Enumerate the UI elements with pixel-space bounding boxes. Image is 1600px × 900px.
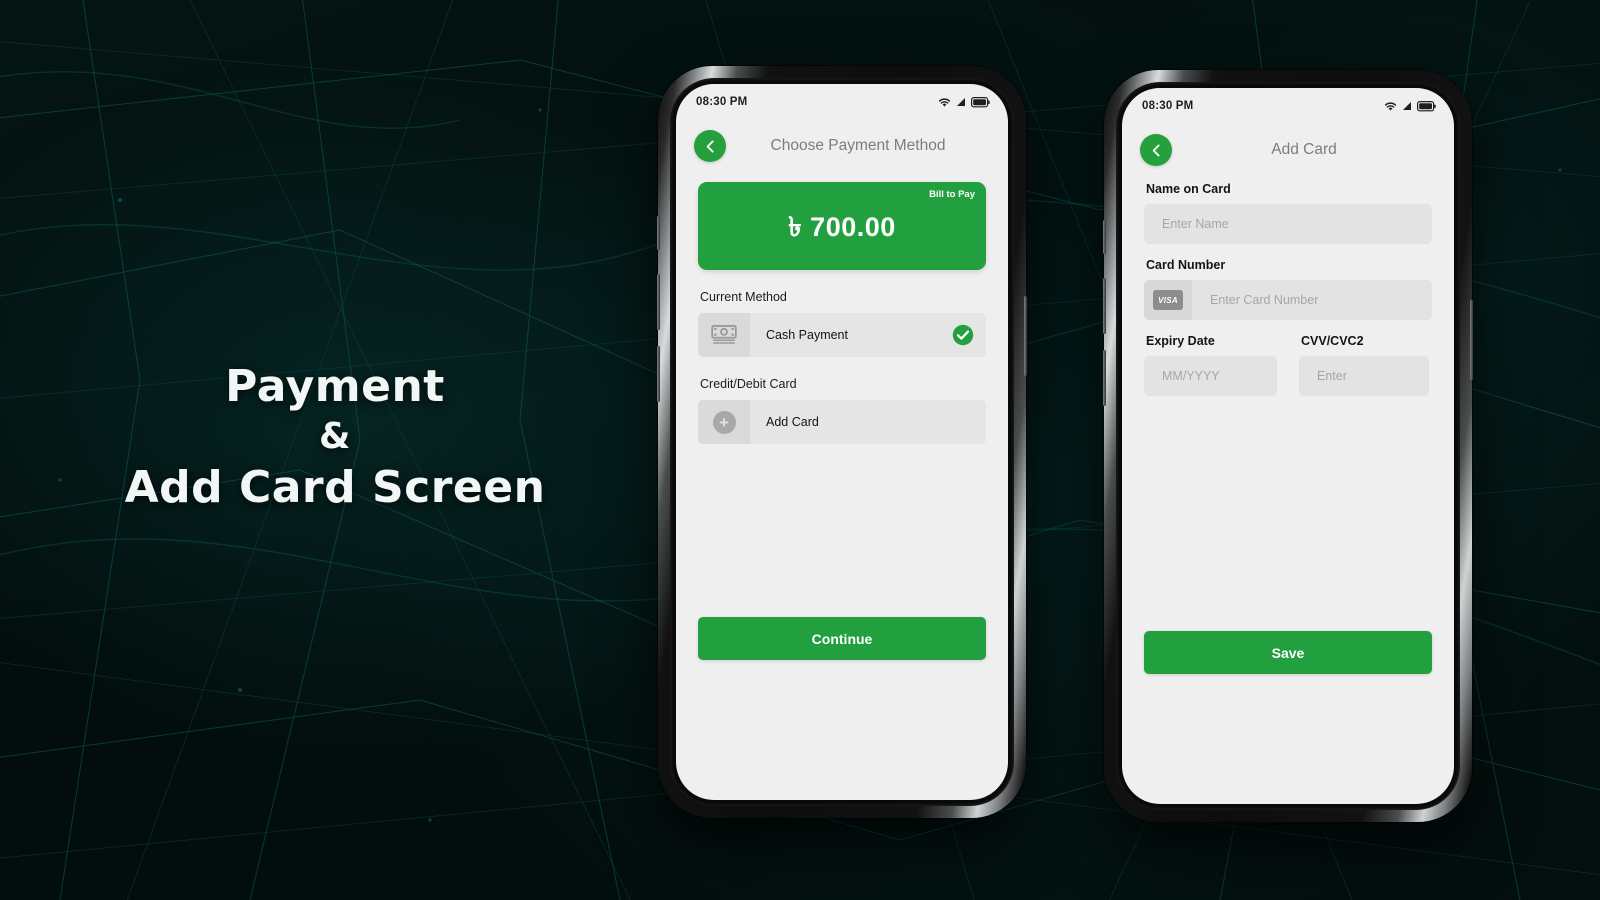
- status-bar-icons: [938, 96, 990, 108]
- phone-volume-down-button[interactable]: [1103, 350, 1106, 406]
- poster-title: Payment & Add Card Screen: [100, 360, 570, 516]
- expiry-date-placeholder: MM/YYYY: [1162, 369, 1220, 383]
- battery-icon: [1417, 100, 1436, 111]
- app-header: Add Card: [1122, 118, 1454, 176]
- check-circle-icon: [952, 324, 974, 346]
- label-cvv: CVV/CVC2: [1301, 334, 1364, 348]
- name-on-card-field[interactable]: Enter Name: [1144, 204, 1432, 244]
- page-title: Add Card: [1271, 141, 1337, 158]
- cvv-field[interactable]: Enter: [1299, 356, 1429, 396]
- visa-badge-text: VISA: [1153, 290, 1183, 310]
- payment-method-row-add-card[interactable]: + Add Card: [698, 400, 986, 444]
- banknote-icon: [698, 313, 750, 357]
- signal-icon: [957, 98, 965, 106]
- payment-content: Bill to Pay ৳ 700.00 Current Method Cash…: [676, 172, 1008, 444]
- add-card-label: Add Card: [766, 415, 819, 429]
- visa-icon: VISA: [1144, 280, 1192, 320]
- plus-circle-icon: +: [698, 400, 750, 444]
- continue-button[interactable]: Continue: [698, 617, 986, 660]
- wifi-icon: [1384, 101, 1397, 111]
- poster-title-line-3: Add Card Screen: [124, 462, 546, 513]
- status-bar-time: 08:30 PM: [1142, 100, 1194, 112]
- card-number-field[interactable]: VISA Enter Card Number: [1144, 280, 1432, 320]
- card-number-placeholder: Enter Card Number: [1210, 293, 1319, 307]
- status-bar-time: 08:30 PM: [696, 96, 748, 108]
- label-expiry-date: Expiry Date: [1146, 334, 1215, 348]
- phone-bezel: 08:30 PM: [670, 78, 1014, 806]
- status-bar: 08:30 PM: [676, 84, 1008, 114]
- phone-volume-up-button[interactable]: [657, 274, 660, 330]
- phone-side-button[interactable]: [657, 216, 660, 250]
- label-name-on-card: Name on Card: [1146, 182, 1231, 196]
- phone-volume-up-button[interactable]: [1103, 278, 1106, 334]
- poster-title-line-2: &: [319, 416, 351, 457]
- wifi-icon: [938, 97, 951, 107]
- payment-method-name: Cash Payment: [766, 328, 848, 342]
- poster-title-line-1: Payment: [225, 361, 445, 412]
- plus-circle-glyph: +: [712, 410, 736, 434]
- signal-icon: [1403, 102, 1411, 110]
- expiry-cvv-row: Expiry Date MM/YYYY CVV/CVC2 Enter: [1144, 320, 1432, 396]
- label-card-number: Card Number: [1146, 258, 1226, 272]
- expiry-date-field[interactable]: MM/YYYY: [1144, 356, 1277, 396]
- section-label-current-method: Current Method: [700, 290, 787, 304]
- save-button[interactable]: Save: [1144, 631, 1432, 674]
- add-card-form: Name on Card Enter Name Card Number VISA…: [1122, 176, 1454, 396]
- cvv-group: CVV/CVC2 Enter: [1299, 320, 1432, 396]
- cvv-placeholder: Enter: [1317, 369, 1347, 383]
- phone-mockup-payment: 08:30 PM Choose Payment Method Bill to P…: [657, 66, 1027, 818]
- name-on-card-placeholder: Enter Name: [1162, 217, 1229, 231]
- app-header: Choose Payment Method: [676, 114, 1008, 172]
- phone-side-button[interactable]: [1103, 220, 1106, 254]
- payment-method-row-cash[interactable]: Cash Payment: [698, 313, 986, 357]
- banknote-icon-glyph: [711, 325, 737, 344]
- payment-screen: 08:30 PM Choose Payment Method Bill to P…: [676, 84, 1008, 800]
- status-bar: 08:30 PM: [1122, 88, 1454, 118]
- bill-card: Bill to Pay ৳ 700.00: [698, 182, 986, 270]
- section-label-credit-debit-card: Credit/Debit Card: [700, 377, 797, 391]
- phone-power-button[interactable]: [1470, 300, 1473, 380]
- selected-indicator: [952, 324, 986, 346]
- status-bar-icons: [1384, 100, 1436, 112]
- phone-mockup-add-card: 08:30 PM Add Card Name on Card Enter Nam…: [1103, 70, 1473, 822]
- phone-volume-down-button[interactable]: [657, 346, 660, 402]
- phone-power-button[interactable]: [1024, 296, 1027, 376]
- page-title: Choose Payment Method: [770, 137, 946, 154]
- expiry-date-group: Expiry Date MM/YYYY: [1144, 320, 1277, 396]
- add-card-screen: 08:30 PM Add Card Name on Card Enter Nam…: [1122, 88, 1454, 804]
- bill-card-amount: ৳ 700.00: [788, 211, 896, 242]
- phone-bezel: 08:30 PM: [1116, 82, 1460, 810]
- battery-icon: [971, 96, 990, 107]
